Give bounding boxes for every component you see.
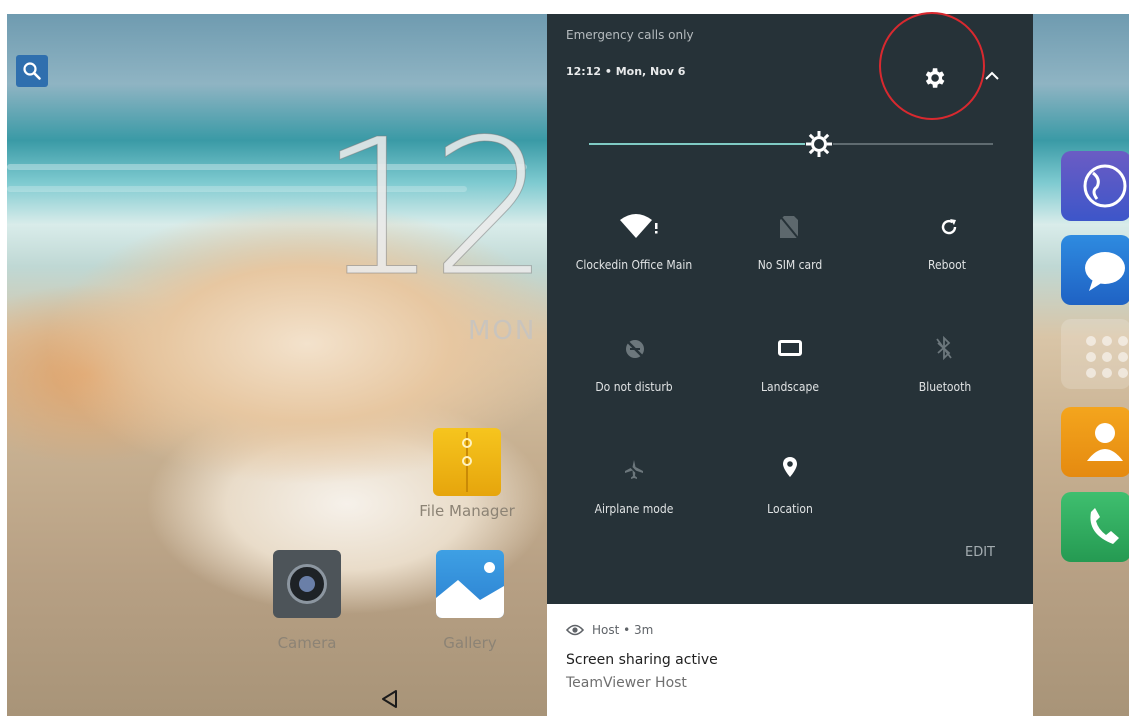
tile-label-airplane[interactable]: Airplane mode bbox=[554, 502, 714, 516]
brightness-thumb-icon[interactable] bbox=[804, 129, 834, 159]
location-icon[interactable] bbox=[782, 456, 798, 478]
carrier-status: Emergency calls only bbox=[566, 28, 694, 42]
brightness-fill bbox=[589, 143, 820, 145]
camera-icon bbox=[273, 550, 341, 618]
edit-button[interactable]: EDIT bbox=[965, 545, 995, 560]
tile-label-dnd[interactable]: Do not disturb bbox=[554, 380, 714, 394]
collapse-chevron-icon[interactable] bbox=[984, 70, 1000, 82]
airplane-icon[interactable] bbox=[623, 458, 645, 480]
app-camera[interactable]: Camera bbox=[273, 550, 341, 652]
app-label: File Manager bbox=[419, 502, 515, 520]
back-icon[interactable] bbox=[379, 688, 401, 710]
clock-widget-day: MON bbox=[468, 316, 537, 346]
do-not-disturb-icon[interactable] bbox=[624, 338, 646, 360]
tile-label-reboot[interactable]: Reboot bbox=[867, 258, 1027, 272]
app-label: Gallery bbox=[443, 634, 497, 652]
tile-label-location[interactable]: Location bbox=[710, 502, 870, 516]
contacts-icon[interactable] bbox=[1061, 407, 1129, 477]
brightness-slider[interactable] bbox=[589, 130, 993, 158]
app-file-manager[interactable]: File Manager bbox=[419, 428, 515, 520]
tile-label-sim[interactable]: No SIM card bbox=[710, 258, 870, 272]
notification-subtitle: TeamViewer Host bbox=[566, 675, 687, 691]
tile-label-rotation[interactable]: Landscape bbox=[710, 380, 870, 394]
no-sim-icon[interactable] bbox=[779, 214, 799, 240]
app-label: Camera bbox=[277, 634, 337, 652]
notification-card[interactable]: Host • 3m Screen sharing active TeamView… bbox=[547, 604, 1033, 716]
search-icon[interactable] bbox=[16, 55, 48, 87]
landscape-icon[interactable] bbox=[778, 340, 802, 356]
settings-highlight-ring bbox=[879, 12, 985, 120]
app-drawer-icon[interactable] bbox=[1061, 319, 1129, 389]
time-date[interactable]: 12:12 • Mon, Nov 6 bbox=[566, 65, 685, 78]
reboot-icon[interactable] bbox=[939, 217, 959, 237]
app-gallery[interactable]: Gallery bbox=[436, 550, 504, 652]
phone-icon[interactable] bbox=[1061, 492, 1129, 562]
gallery-icon bbox=[436, 550, 504, 618]
tile-label-bluetooth[interactable]: Bluetooth bbox=[865, 380, 1025, 394]
notification-title: Screen sharing active bbox=[566, 652, 718, 668]
messaging-icon[interactable] bbox=[1061, 235, 1129, 305]
clock-widget-time[interactable]: 12 bbox=[318, 108, 550, 309]
wifi-icon[interactable] bbox=[619, 214, 661, 240]
tile-label-wifi[interactable]: Clockedin Office Main bbox=[554, 258, 714, 272]
notification-app-line: Host • 3m bbox=[592, 623, 654, 637]
eye-icon bbox=[566, 624, 584, 636]
bluetooth-icon[interactable] bbox=[935, 336, 953, 360]
file-manager-icon bbox=[433, 428, 501, 496]
browser-icon[interactable] bbox=[1061, 151, 1129, 221]
